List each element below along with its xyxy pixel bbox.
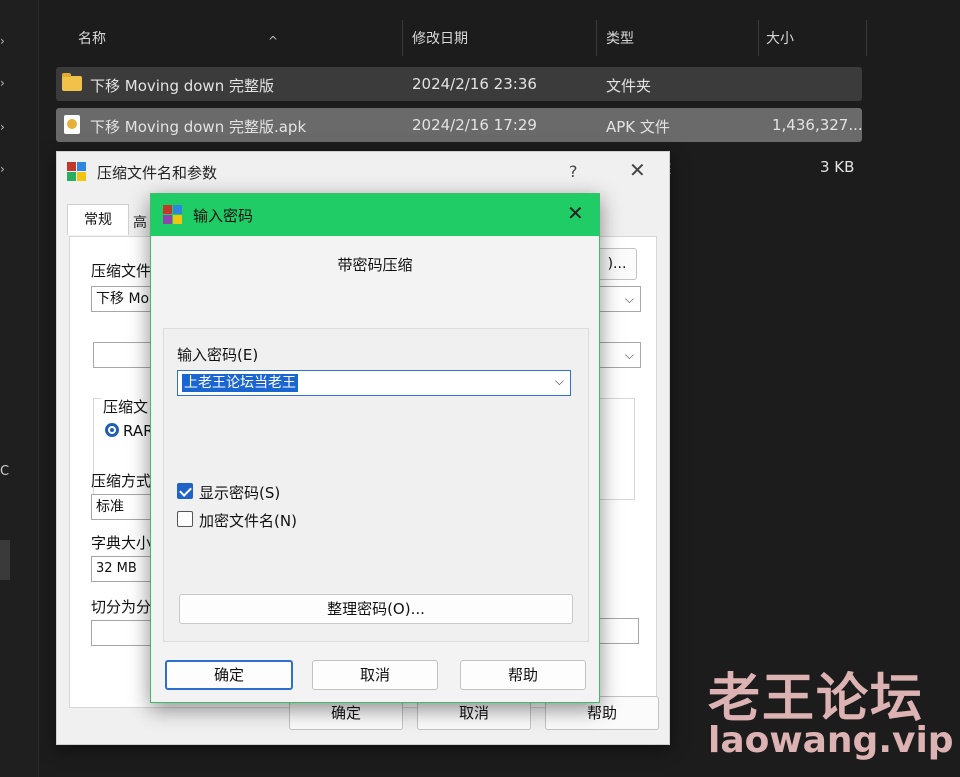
- encrypt-filenames-checkbox[interactable]: [177, 511, 193, 527]
- navigation-pane: › › › ›: [0, 0, 39, 777]
- file-row[interactable]: 下移 Moving down 完整版.apk 2024/2/16 17:29 A…: [56, 108, 863, 142]
- column-divider[interactable]: [596, 20, 597, 56]
- expand-chevron-icon[interactable]: ›: [0, 120, 10, 134]
- sidebar-partial-label: C: [0, 464, 10, 479]
- split-volumes-combo[interactable]: [91, 620, 157, 646]
- dialog-title: 压缩文件名和参数: [97, 164, 218, 182]
- password-value: 上老王论坛当老王: [182, 374, 298, 392]
- split-unit-combo[interactable]: [597, 618, 639, 644]
- method-label: 压缩方式: [91, 472, 152, 490]
- expand-chevron-icon[interactable]: ›: [0, 76, 10, 90]
- chevron-down-icon[interactable]: ⌵: [555, 374, 564, 389]
- radio-rar[interactable]: [105, 423, 119, 437]
- dictionary-size-value: 32 MB: [96, 561, 137, 576]
- method-combo[interactable]: 标准: [91, 494, 157, 520]
- ok-button[interactable]: 确定: [165, 660, 293, 690]
- encrypt-filenames-label[interactable]: 加密文件名(N): [199, 510, 297, 531]
- password-input[interactable]: 上老王论坛当老王 ⌵: [177, 370, 571, 396]
- file-name: 下移 Moving down 完整版.apk: [90, 118, 307, 136]
- sidebar-selected-item[interactable]: [0, 540, 10, 580]
- file-type: APK 文件: [606, 118, 670, 136]
- sort-ascending-icon: ^: [268, 34, 279, 48]
- help-icon[interactable]: ?: [569, 162, 578, 181]
- file-type: 文件夹: [606, 77, 652, 95]
- tab-advanced[interactable]: 高: [133, 212, 147, 232]
- column-header-size[interactable]: 大小: [766, 28, 794, 48]
- cancel-button[interactable]: 取消: [312, 660, 438, 690]
- format-group-label: 压缩文: [101, 396, 151, 417]
- browse-button[interactable]: )...: [597, 248, 637, 280]
- column-header-name[interactable]: 名称: [78, 28, 106, 48]
- split-volumes-label: 切分为分: [91, 598, 152, 616]
- file-size: 3 KB: [820, 158, 855, 176]
- help-button[interactable]: 帮助: [460, 660, 586, 690]
- column-headers: ^ 名称 修改日期 类型 大小: [40, 20, 870, 60]
- close-icon[interactable]: ✕: [629, 158, 646, 182]
- expand-chevron-icon[interactable]: ›: [0, 162, 10, 176]
- apk-file-icon: [64, 115, 80, 134]
- expand-chevron-icon[interactable]: ›: [0, 34, 10, 48]
- column-divider[interactable]: [866, 20, 867, 56]
- file-name: 下移 Moving down 完整版: [90, 77, 274, 95]
- show-password-label[interactable]: 显示密码(S): [199, 482, 280, 503]
- file-size: 1,436,327...: [772, 116, 863, 134]
- organize-passwords-button[interactable]: 整理密码(O)...: [179, 594, 573, 624]
- column-divider[interactable]: [402, 20, 403, 56]
- archive-name-value: 下移 Mo: [96, 291, 150, 307]
- column-divider[interactable]: [758, 20, 759, 56]
- close-icon[interactable]: ✕: [567, 201, 584, 225]
- file-modified: 2024/2/16 17:29: [412, 116, 537, 134]
- column-header-modified[interactable]: 修改日期: [412, 28, 468, 48]
- file-modified: 2024/2/16 23:36: [412, 75, 537, 93]
- chevron-down-icon[interactable]: ⌵: [625, 343, 634, 367]
- archive-name-label: 压缩文件: [91, 262, 152, 280]
- dictionary-size-combo[interactable]: 32 MB: [91, 556, 157, 582]
- file-row[interactable]: 下移 Moving down 完整版 2024/2/16 23:36 文件夹: [56, 67, 862, 101]
- dialog-title: 输入密码: [193, 207, 254, 225]
- password-dialog: 输入密码 ✕ 带密码压缩 输入密码(E) 上老王论坛当老王 ⌵ 显示密码(S) …: [150, 193, 600, 703]
- show-password-checkbox[interactable]: [177, 483, 193, 499]
- chevron-down-icon[interactable]: ⌵: [625, 287, 634, 311]
- password-label: 输入密码(E): [177, 346, 259, 364]
- column-header-type[interactable]: 类型: [606, 28, 634, 48]
- dialog-subtitle: 带密码压缩: [337, 256, 413, 274]
- winrar-icon: [163, 205, 183, 225]
- folder-icon: [62, 73, 82, 91]
- tab-general[interactable]: 常规: [67, 204, 129, 235]
- radio-rar-label: RAR: [123, 422, 154, 440]
- dictionary-size-label: 字典大小: [91, 534, 152, 552]
- watermark-url: laowang.vip: [708, 720, 954, 761]
- method-value: 标准: [96, 499, 124, 515]
- winrar-icon: [67, 162, 87, 182]
